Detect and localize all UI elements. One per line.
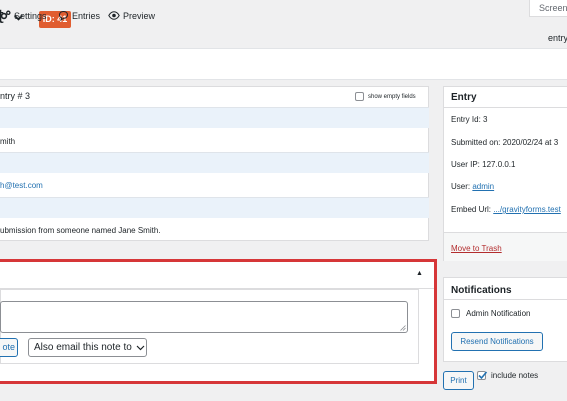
- user-line: User: admin: [451, 182, 494, 191]
- field-label-row: [0, 197, 429, 218]
- toolbar-settings-label: Settings: [14, 10, 47, 21]
- include-notes-label: include notes: [491, 371, 539, 380]
- field-label-row: [0, 107, 429, 128]
- chevron-down-icon: [136, 345, 145, 350]
- collapse-caret-icon[interactable]: ▲: [416, 270, 423, 277]
- user-label: User:: [451, 182, 473, 191]
- checkmark-icon: [478, 371, 488, 380]
- embed-url-line: Embed Url: .../gravityforms.test: [451, 205, 561, 214]
- admin-notification-label: Admin Notification: [466, 309, 531, 318]
- embed-url-label: Embed Url:: [451, 205, 494, 214]
- include-notes-option[interactable]: include notes: [477, 371, 538, 380]
- entry-id: Entry Id: 3: [451, 115, 488, 124]
- comment-icon: [58, 10, 69, 21]
- show-empty-fields-label: show empty fields: [368, 93, 416, 100]
- toolbar-entries-label: Entries: [72, 10, 101, 21]
- notifications-title: Notifications: [451, 285, 512, 296]
- user-ip: User IP: 127.0.0.1: [451, 160, 516, 169]
- move-to-trash-link[interactable]: Move to Trash: [451, 244, 502, 253]
- gears-icon: [0, 10, 11, 20]
- entry-box-title: Entry: [451, 92, 477, 103]
- toolbar-preview[interactable]: Preview: [108, 10, 155, 21]
- field-label-row: [0, 152, 429, 173]
- toolbar-entries[interactable]: Entries: [58, 10, 100, 21]
- show-empty-fields-checkbox[interactable]: [355, 92, 364, 101]
- screen-options-button[interactable]: Screen: [529, 0, 567, 17]
- include-notes-checkbox[interactable]: [477, 371, 488, 380]
- form-toolbar: [0, 48, 567, 80]
- print-button[interactable]: Print: [443, 371, 474, 390]
- entry-box-divider: [444, 107, 567, 108]
- toolbar-settings[interactable]: Settings: [0, 10, 47, 21]
- field-value-name: mith: [0, 137, 16, 146]
- field-value-email[interactable]: h@test.com: [0, 181, 43, 190]
- note-textarea[interactable]: [0, 301, 408, 333]
- resend-notifications-button[interactable]: Resend Notifications: [451, 332, 543, 351]
- admin-notification-checkbox[interactable]: [451, 309, 460, 318]
- eye-icon: [108, 11, 120, 20]
- notifications-divider: [444, 299, 567, 300]
- resize-handle-icon[interactable]: [400, 325, 406, 331]
- user-link[interactable]: admin: [472, 182, 494, 191]
- field-value-message: ubmission from someone named Jane Smith.: [0, 226, 161, 235]
- submitted-on: Submitted on: 2020/02/24 at 3: [451, 138, 559, 147]
- toolbar-preview-label: Preview: [123, 10, 156, 21]
- add-note-button[interactable]: ote: [0, 338, 18, 357]
- email-note-select[interactable]: Also email this note to: [28, 338, 147, 357]
- email-note-select-label: Also email this note to: [34, 342, 132, 353]
- admin-notification-option[interactable]: Admin Notification: [451, 309, 530, 318]
- embed-url-link[interactable]: .../gravityforms.test: [493, 205, 561, 214]
- entry-label: entry: [548, 33, 567, 43]
- show-empty-fields-toggle[interactable]: show empty fields: [355, 92, 416, 101]
